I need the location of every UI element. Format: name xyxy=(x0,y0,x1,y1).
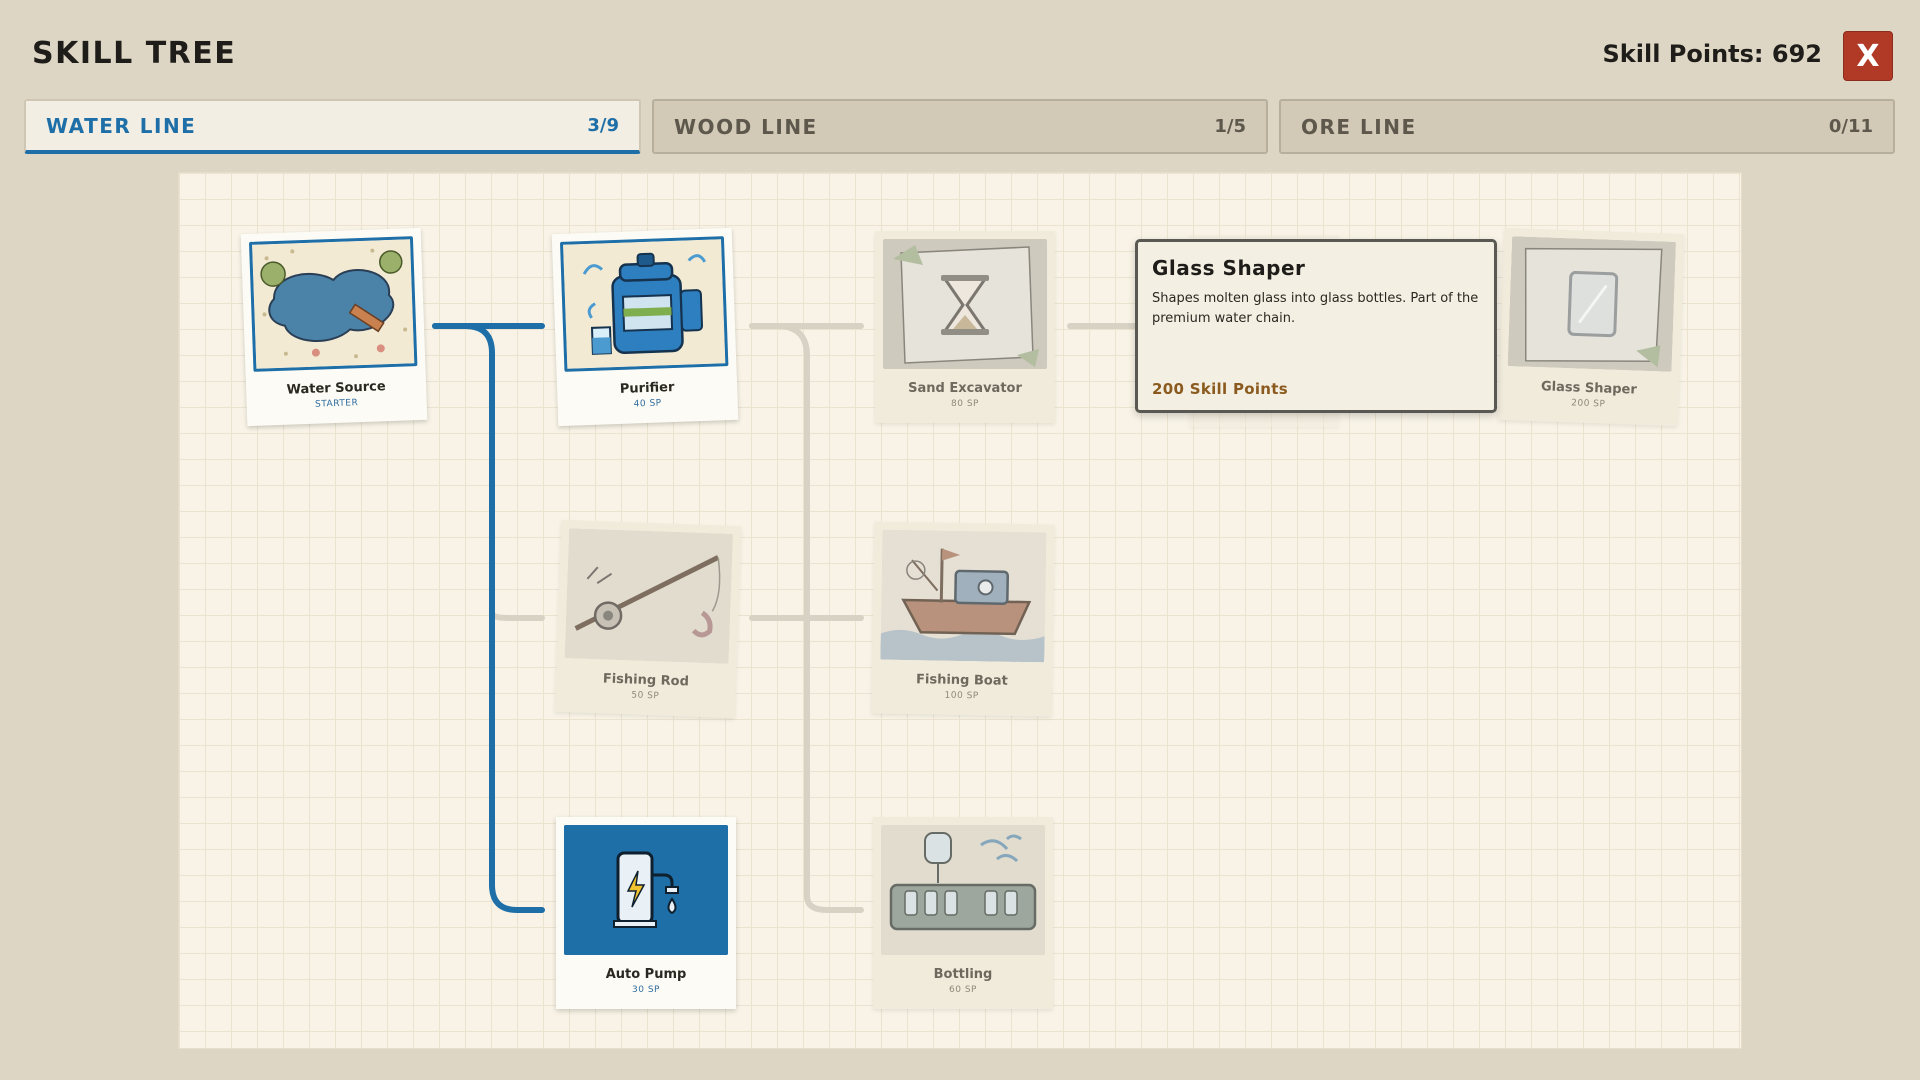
skill-name: Bottling xyxy=(933,967,993,982)
skill-cost: 40 SP xyxy=(633,398,662,410)
skill-points-display: Skill Points: 692 xyxy=(1603,40,1823,68)
tooltip-title: Glass Shaper xyxy=(1152,256,1306,280)
close-button[interactable]: X xyxy=(1843,31,1893,81)
skill-name: Glass Shaper xyxy=(1540,379,1637,398)
skill-cost: STARTER xyxy=(314,398,359,410)
skill-card-purifier[interactable]: Purifier 40 SP xyxy=(551,227,739,427)
skill-cost: 60 SP xyxy=(949,985,977,995)
skill-card-fishing-boat[interactable]: Fishing Boat 100 SP xyxy=(871,521,1055,717)
page-title: SKILL TREE xyxy=(32,36,237,71)
tab-progress: 0/11 xyxy=(1828,116,1873,137)
boat-icon xyxy=(880,529,1047,663)
pond-icon xyxy=(248,236,418,372)
skill-tree-board: Water Source STARTER Purifier 40 SP Sand… xyxy=(178,172,1742,1049)
connector-fishing-rod-stub xyxy=(489,610,545,621)
skill-tooltip: Glass Shaper Shapes molten glass into gl… xyxy=(1135,239,1497,413)
skill-card-sand-excavator[interactable]: Sand Excavator 80 SP xyxy=(875,231,1055,423)
skill-cost: 200 SP xyxy=(1571,398,1606,410)
skill-name: Fishing Boat xyxy=(915,672,1008,689)
water-purifier-icon xyxy=(559,236,729,372)
skill-card-bottling[interactable]: Bottling 60 SP xyxy=(873,817,1053,1009)
tab-ore-line[interactable]: ORE LINE 0/11 xyxy=(1279,99,1895,154)
skill-name: Auto Pump xyxy=(605,967,687,982)
skill-card-auto-pump[interactable]: Auto Pump 30 SP xyxy=(556,817,736,1009)
tab-progress: 1/5 xyxy=(1214,116,1246,137)
tooltip-description: Shapes molten glass into glass bottles. … xyxy=(1152,291,1479,326)
tab-wood-line[interactable]: WOOD LINE 1/5 xyxy=(652,99,1268,154)
tab-label: WATER LINE xyxy=(46,113,197,138)
skill-name: Sand Excavator xyxy=(908,381,1022,396)
skill-name: Fishing Rod xyxy=(602,671,690,690)
skill-card-fishing-rod[interactable]: Fishing Rod 50 SP xyxy=(554,519,742,719)
pump-icon xyxy=(564,825,728,955)
skill-cost: 50 SP xyxy=(631,690,660,702)
skill-points-value: 692 xyxy=(1771,40,1822,68)
glass-pane-icon xyxy=(1507,236,1677,372)
fishing-rod-icon xyxy=(564,528,734,664)
hourglass-icon xyxy=(883,239,1047,369)
skill-card-glass-shaper[interactable]: Glass Shaper 200 SP xyxy=(1497,227,1685,427)
skill-cost: 30 SP xyxy=(632,985,660,995)
tab-label: WOOD LINE xyxy=(674,114,818,139)
bottling-icon xyxy=(881,825,1045,955)
skill-points-label: Skill Points: xyxy=(1602,40,1764,68)
tab-label: ORE LINE xyxy=(1301,114,1417,139)
skill-card-water-source[interactable]: Water Source STARTER xyxy=(240,227,428,427)
tab-water-line[interactable]: WATER LINE 3/9 xyxy=(24,99,641,154)
skill-name: Purifier xyxy=(619,380,675,397)
skill-cost: 100 SP xyxy=(944,690,979,702)
tab-progress: 3/9 xyxy=(587,115,619,136)
skill-name: Water Source xyxy=(286,379,386,398)
skill-cost: 80 SP xyxy=(951,399,979,409)
tooltip-cost: 200 Skill Points xyxy=(1152,380,1288,398)
